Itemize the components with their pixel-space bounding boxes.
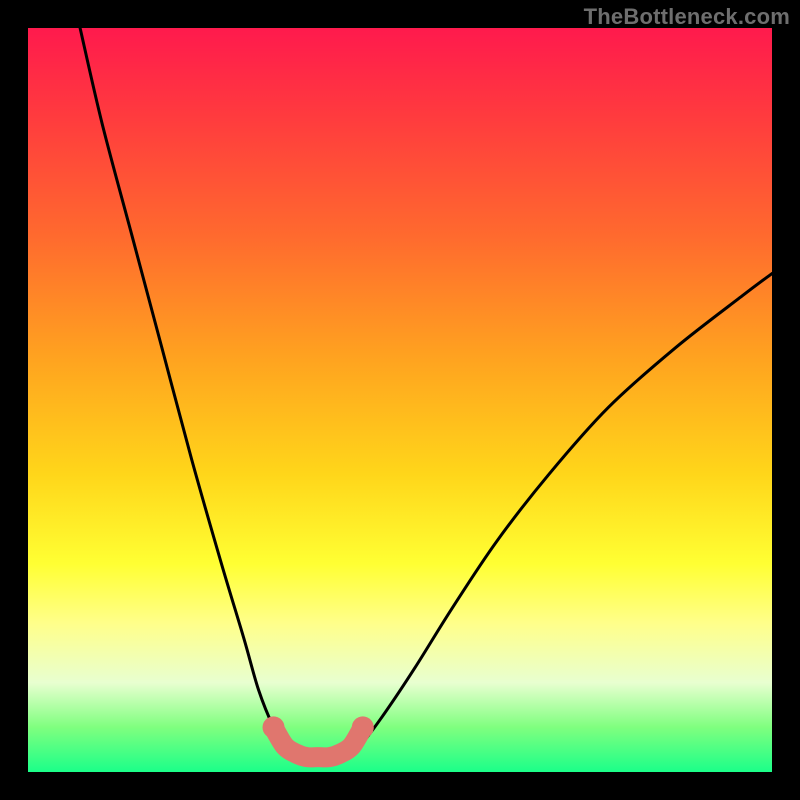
valley-end-dot bbox=[263, 716, 285, 738]
valley-marker-dots bbox=[263, 716, 374, 738]
valley-end-dot bbox=[352, 716, 374, 738]
chart-svg bbox=[28, 28, 772, 772]
curve-right-branch bbox=[348, 274, 772, 754]
valley-marker-band bbox=[274, 727, 363, 757]
watermark-text: TheBottleneck.com bbox=[584, 4, 790, 30]
curve-left-branch bbox=[80, 28, 296, 753]
chart-frame: TheBottleneck.com bbox=[0, 0, 800, 800]
